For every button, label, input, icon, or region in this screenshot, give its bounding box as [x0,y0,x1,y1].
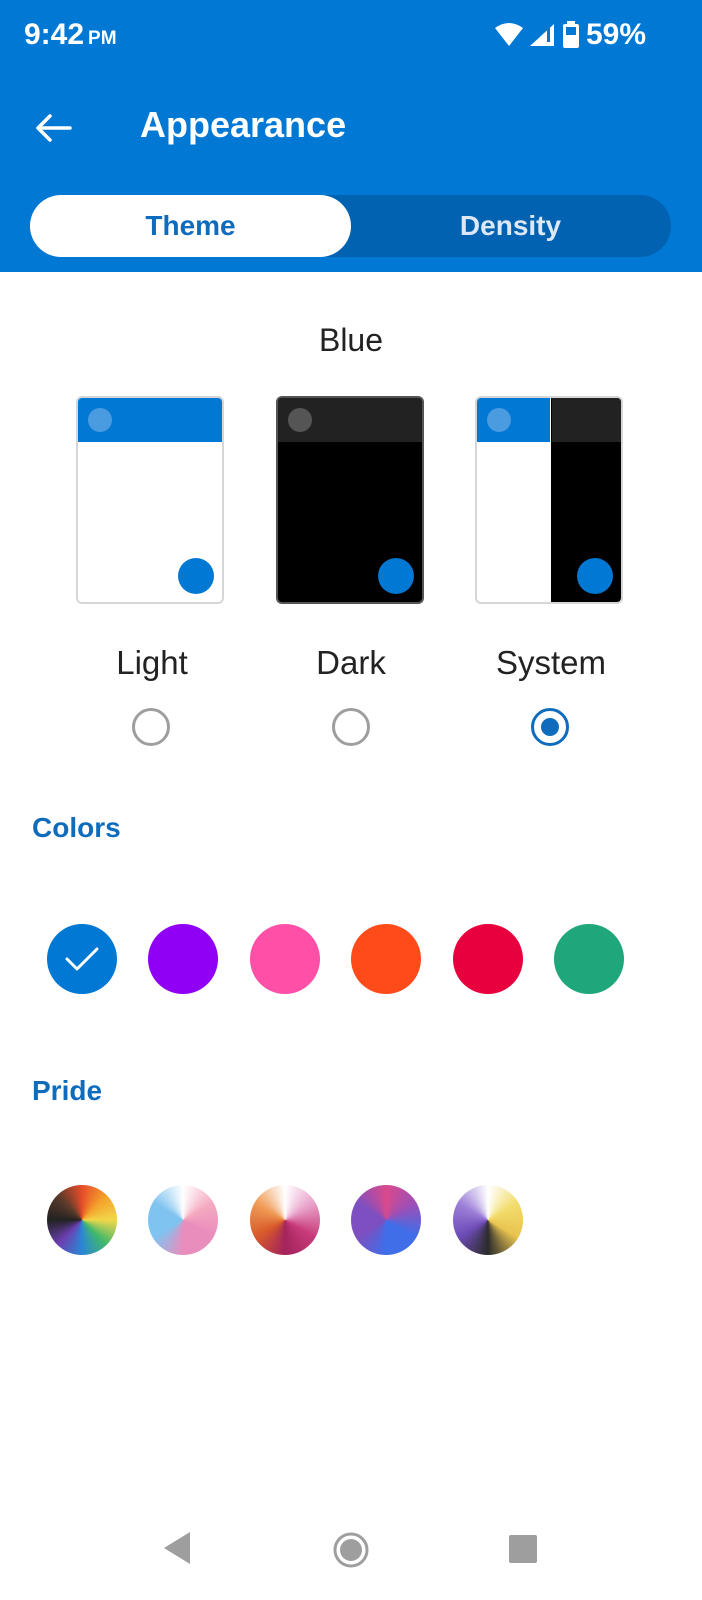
battery-icon [562,21,579,48]
wifi-icon [494,23,523,46]
recents-square-icon[interactable] [508,1534,538,1564]
back-triangle-icon[interactable] [161,1530,193,1566]
pride-swatch-bisexual[interactable] [351,1185,421,1255]
status-indicators: 59% [494,18,646,52]
color-swatch-pink[interactable] [250,924,320,994]
preview-avatar-dot [88,408,112,432]
preview-fab-dot [378,558,414,594]
theme-label-system: System [495,644,607,681]
radio-light[interactable] [132,708,170,746]
checkmark-icon [65,947,99,971]
current-theme-color-name: Blue [318,322,384,358]
page-title: Appearance [140,104,347,145]
preview-fab-dot [178,558,214,594]
battery-percentage: 59% [585,18,646,51]
arrow-left-icon [36,114,72,142]
status-time-ampm: PM [88,28,117,49]
radio-system[interactable] [531,708,569,746]
preview-avatar-dot [487,408,511,432]
pride-swatch-nonbinary[interactable] [453,1185,523,1255]
color-swatch-green[interactable] [554,924,624,994]
preview-header-dark [552,398,621,442]
theme-preview-system[interactable] [475,396,623,604]
radio-dark[interactable] [332,708,370,746]
pride-swatch-trans[interactable] [148,1185,218,1255]
colors-section-title: Colors [32,812,121,843]
theme-label-dark: Dark [316,644,386,681]
color-swatch-red[interactable] [453,924,523,994]
pride-swatch-rainbow[interactable] [47,1185,117,1255]
cellular-signal-icon [529,24,554,46]
preview-fab-dot [577,558,613,594]
theme-preview-dark[interactable] [276,396,424,604]
pride-section-title: Pride [32,1075,103,1106]
theme-label-light: Light [116,644,188,681]
pride-swatch-lesbian[interactable] [250,1185,320,1255]
tab-density[interactable]: Density [350,195,671,257]
tab-switcher: Theme Density [30,195,671,257]
status-time-value: 9:42 [24,18,85,51]
preview-avatar-dot [288,408,312,432]
status-time: 9:42 PM [24,18,117,52]
home-circle-icon[interactable] [333,1532,369,1568]
color-swatch-orange[interactable] [351,924,421,994]
app-bar: 9:42 PM 59% Appearance Theme Density [0,0,702,272]
back-button[interactable] [30,104,78,152]
tab-theme[interactable]: Theme [30,195,351,257]
color-swatch-purple[interactable] [148,924,218,994]
color-swatch-blue[interactable] [47,924,117,994]
theme-preview-light[interactable] [76,396,224,604]
